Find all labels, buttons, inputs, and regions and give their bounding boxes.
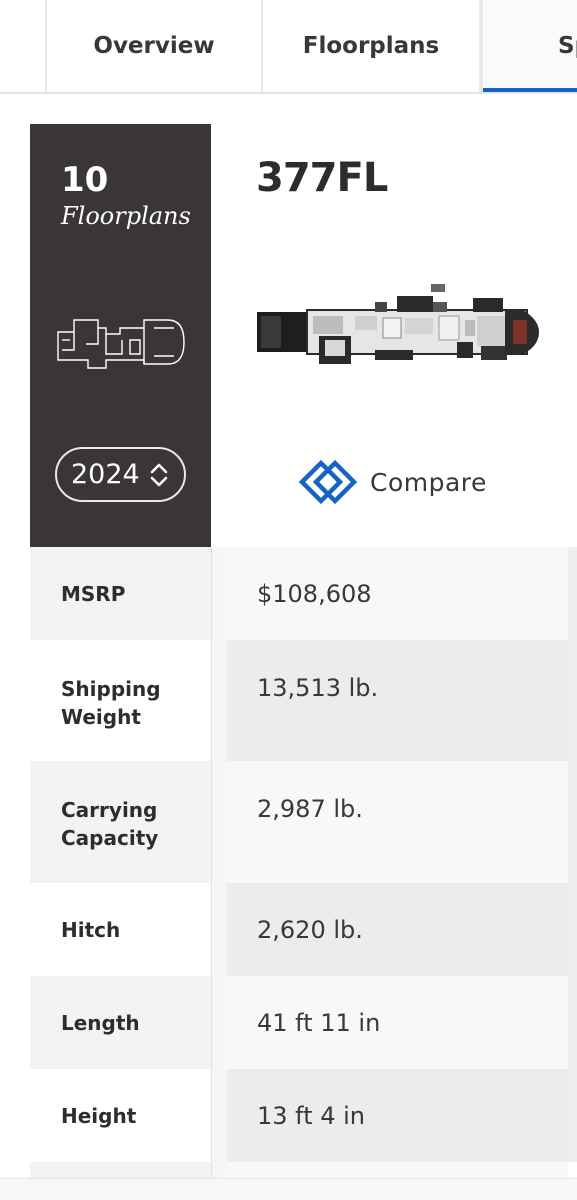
spec-row-shipping-weight: Shipping Weight 13,513 lb. xyxy=(30,640,577,761)
spec-value: $108,608 xyxy=(227,547,568,640)
spec-value: 41 ft 11 in xyxy=(227,976,568,1069)
floorplan-outline-icon xyxy=(57,319,185,369)
floorplan-count-card: 10 Floorplans 2024 xyxy=(30,124,211,547)
spec-value: 2,987 lb. xyxy=(227,761,568,883)
floorplan-count-label: Floorplans xyxy=(61,202,191,230)
spec-label-partial xyxy=(30,1162,211,1178)
spec-row-carrying-capacity: Carrying Capacity 2,987 lb. xyxy=(30,761,577,883)
model-year-select[interactable]: 2024 xyxy=(55,447,186,502)
floorplan-diagram-image[interactable] xyxy=(255,280,540,368)
floorplan-title: 377FL xyxy=(256,155,388,201)
spec-label: Shipping Weight xyxy=(30,640,211,761)
spec-label: MSRP xyxy=(30,547,211,640)
tab-bar: Overview Floorplans Specs xyxy=(0,0,577,94)
spec-row-height: Height 13 ft 4 in xyxy=(30,1069,577,1162)
spec-row-partial xyxy=(30,1162,577,1178)
row-edge xyxy=(568,1069,577,1162)
tab-specs-label: Specs xyxy=(558,33,577,59)
spec-value: 13,513 lb. xyxy=(227,640,568,761)
spec-row-hitch: Hitch 2,620 lb. xyxy=(30,883,577,976)
gutter-divider xyxy=(211,547,212,1200)
tab-floorplans[interactable]: Floorplans xyxy=(263,0,481,92)
compare-diamond-icon xyxy=(298,459,358,505)
row-edge xyxy=(568,547,577,640)
tab-overview[interactable]: Overview xyxy=(47,0,263,92)
compare-label: Compare xyxy=(370,467,487,497)
spec-row-length: Length 41 ft 11 in xyxy=(30,976,577,1069)
tab-specs[interactable]: Specs xyxy=(481,0,577,92)
spec-row-msrp: MSRP $108,608 xyxy=(30,547,577,640)
active-tab-indicator xyxy=(483,88,577,92)
spec-value: 2,620 lb. xyxy=(227,883,568,976)
spec-label: Length xyxy=(30,976,211,1069)
bottom-bar xyxy=(0,1178,577,1200)
spec-label: Carrying Capacity xyxy=(30,761,211,883)
row-edge xyxy=(568,976,577,1069)
spec-label: Height xyxy=(30,1069,211,1162)
tab-previous[interactable] xyxy=(0,0,47,92)
spec-value-partial xyxy=(227,1162,568,1178)
floorplan-count: 10 xyxy=(61,160,109,200)
model-year-value: 2024 xyxy=(71,459,140,490)
compare-button[interactable]: Compare xyxy=(298,459,487,505)
chevron-up-down-icon xyxy=(150,463,168,487)
spec-label: Hitch xyxy=(30,883,211,976)
row-edge xyxy=(568,883,577,976)
row-edge xyxy=(568,640,577,761)
spec-value: 13 ft 4 in xyxy=(227,1069,568,1162)
row-edge xyxy=(568,761,577,883)
